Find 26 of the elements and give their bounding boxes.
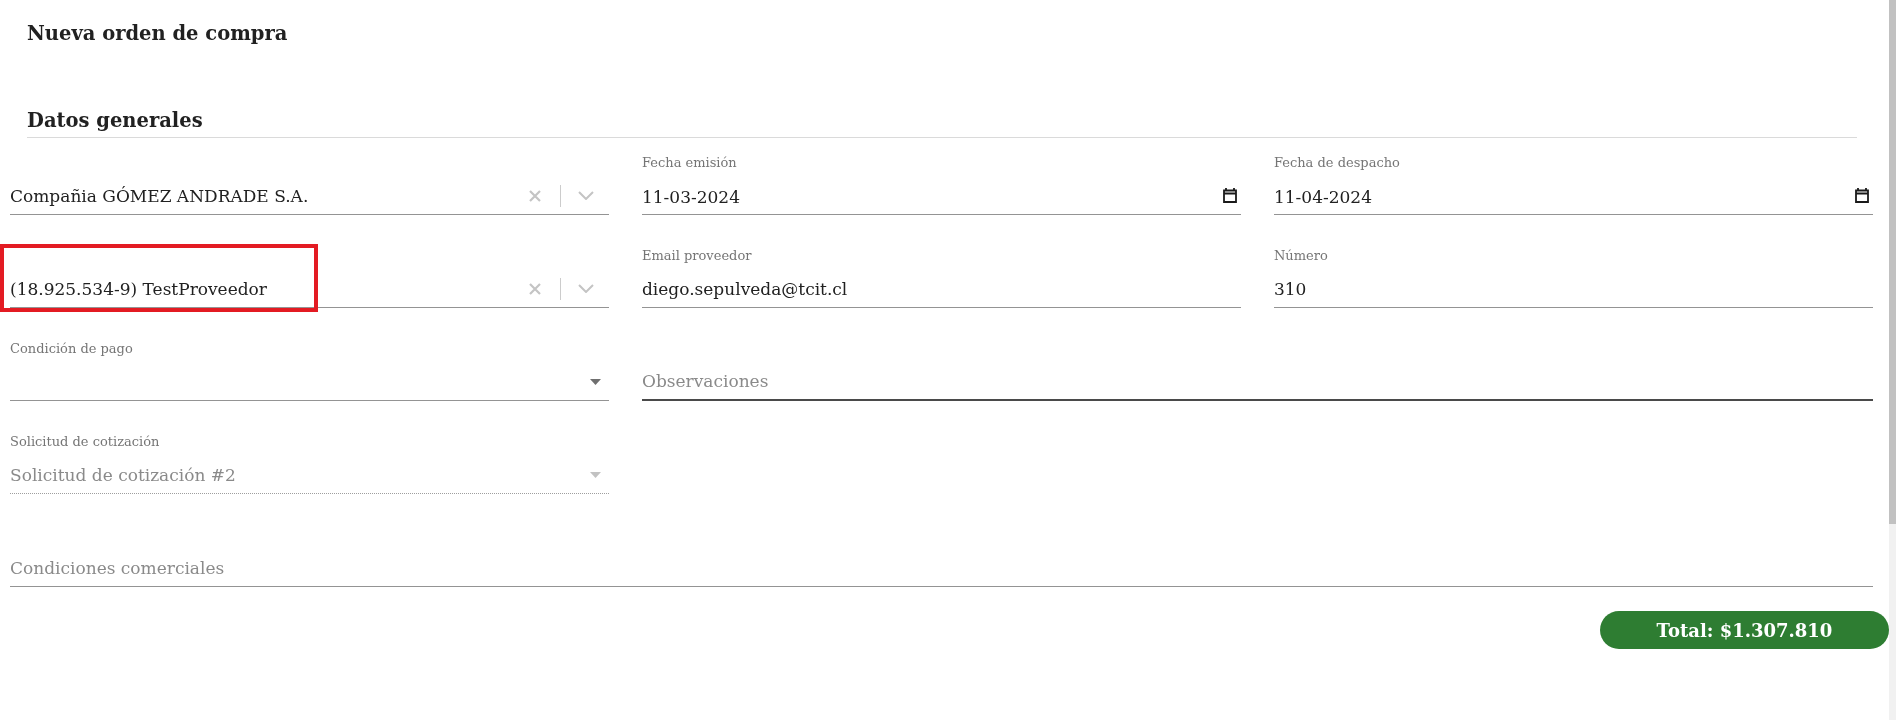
caret-down-icon[interactable]: [590, 378, 601, 385]
date-field[interactable]: 11-03-2024: [642, 177, 1241, 215]
field-label: Solicitud de cotización: [10, 434, 160, 450]
clear-icon[interactable]: [529, 282, 541, 295]
scrollbar-thumb[interactable]: [1889, 0, 1896, 524]
text-field[interactable]: diego.sepulveda@tcit.cl: [642, 270, 1241, 308]
chevron-down-icon[interactable]: [578, 191, 594, 200]
date-field[interactable]: 11-04-2024: [1273, 177, 1873, 215]
combobox-field[interactable]: (18.925.534-9) TestProveedor: [10, 270, 609, 308]
field-label: Fecha de despacho: [1273, 155, 1400, 171]
combobox-field[interactable]: Compañia GÓMEZ ANDRADE S.A.: [10, 177, 609, 215]
total-badge: Total: $1.307.810: [1600, 611, 1889, 649]
calendar-icon[interactable]: [1222, 188, 1237, 203]
page-title: Nueva orden de compra: [27, 22, 288, 46]
field-label: Condición de pago: [10, 341, 133, 357]
field-label: Email proveedor: [642, 248, 752, 264]
textarea-field[interactable]: Condiciones comerciales: [10, 549, 1873, 587]
text-field[interactable]: 310: [1273, 270, 1873, 308]
field-label: Fecha emisión: [642, 155, 737, 171]
scrollbar-track[interactable]: [1889, 0, 1896, 720]
textarea-field[interactable]: Observaciones: [642, 363, 1873, 401]
chevron-down-icon[interactable]: [578, 284, 594, 293]
section-title: Datos generales: [27, 109, 203, 133]
field-label: Número: [1273, 248, 1328, 264]
clear-icon[interactable]: [529, 189, 541, 202]
calendar-icon[interactable]: [1854, 188, 1869, 203]
